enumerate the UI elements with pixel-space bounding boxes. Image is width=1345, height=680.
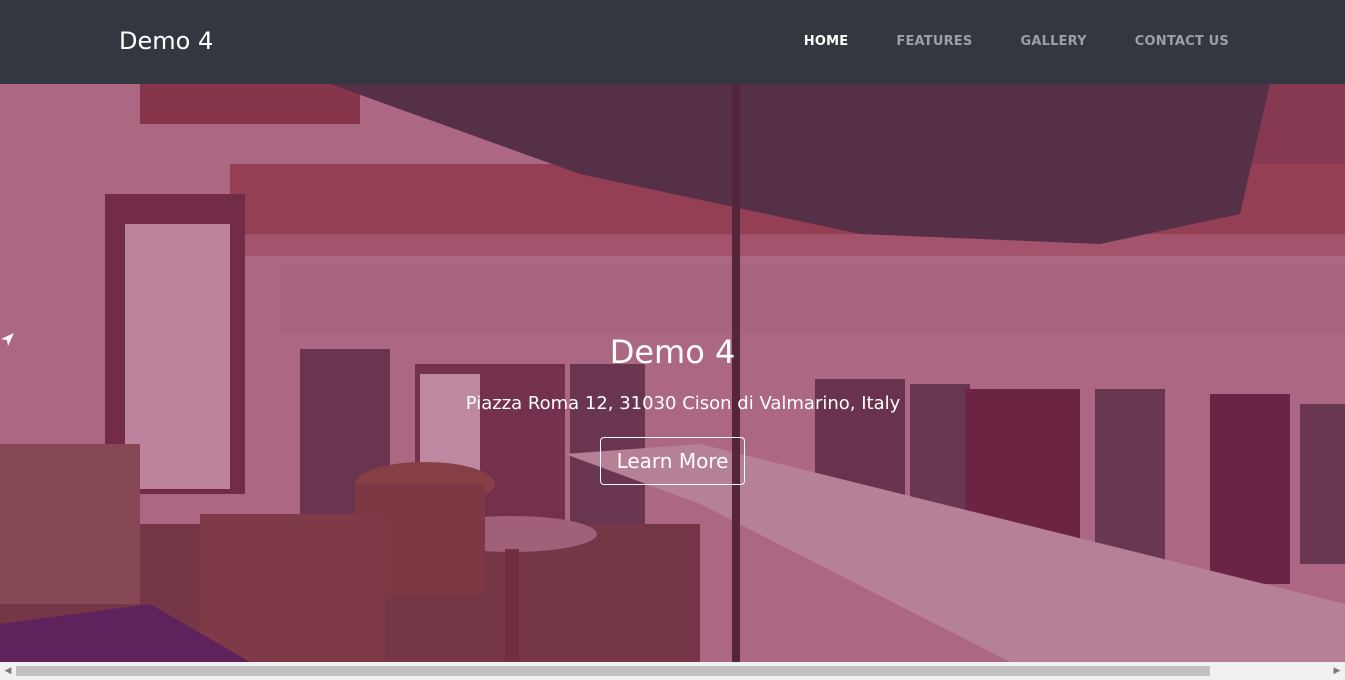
scroll-left-icon[interactable]: ◀ (0, 662, 16, 680)
address-text: Piazza Roma 12, 31030 Cison di Valmarino… (465, 393, 901, 414)
hero-address: Piazza Roma 12, 31030 Cison di Valmarino… (0, 333, 1345, 416)
nav-home[interactable]: HOME (804, 34, 849, 50)
nav-menu: HOME FEATURES GALLERY CONTACT US (804, 34, 1229, 50)
hero-section: Demo 4 Piazza Roma 12, 31030 Cison di Va… (0, 84, 1345, 662)
brand-logo[interactable]: Demo 4 (119, 26, 213, 56)
hero-content: Demo 4 Piazza Roma 12, 31030 Cison di Va… (0, 332, 1345, 485)
scroll-thumb[interactable] (16, 666, 1210, 676)
nav-features[interactable]: FEATURES (896, 34, 972, 50)
scroll-right-icon[interactable]: ▶ (1329, 662, 1345, 680)
nav-contact-us[interactable]: CONTACT US (1135, 34, 1229, 50)
hero-title: Demo 4 (609, 333, 736, 371)
location-arrow-icon (1, 333, 460, 412)
nav-gallery[interactable]: GALLERY (1020, 34, 1086, 50)
horizontal-scrollbar[interactable]: ◀ ▶ (0, 662, 1345, 680)
navbar: Demo 4 HOME FEATURES GALLERY CONTACT US (0, 0, 1345, 84)
learn-more-button[interactable]: Learn More (599, 437, 746, 485)
